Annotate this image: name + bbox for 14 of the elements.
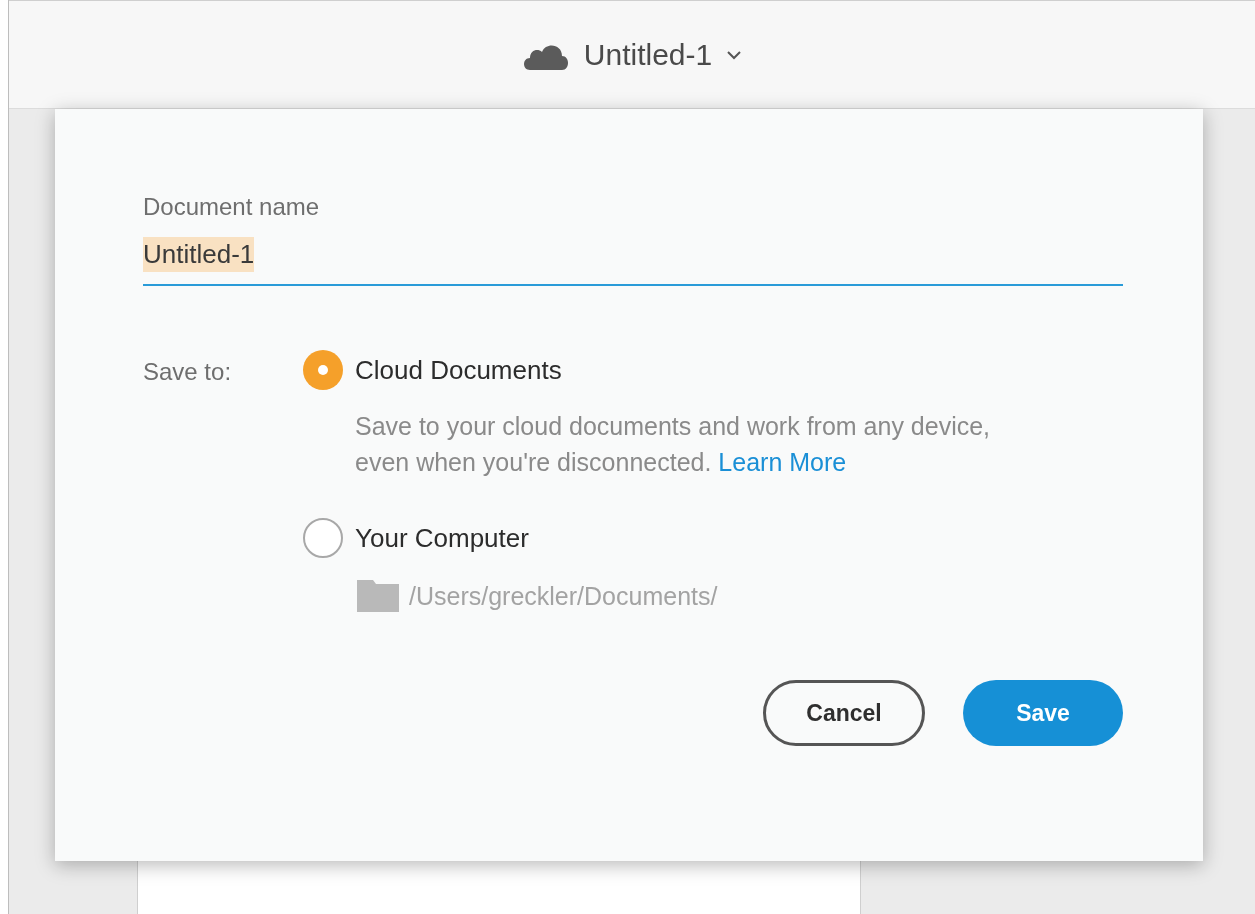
chevron-down-icon[interactable] (726, 49, 743, 60)
save-button[interactable]: Save (963, 680, 1123, 746)
document-title: Untitled-1 (583, 37, 713, 72)
radio-button[interactable] (303, 350, 343, 390)
option-label: Your Computer (355, 522, 529, 554)
field-label: Document name (143, 193, 321, 221)
option-label: Cloud Documents (355, 354, 562, 386)
save-to-label: Save to: (143, 358, 232, 385)
radio-button[interactable] (303, 518, 343, 558)
folder-path: /Users/greckler/Documents/ (409, 581, 718, 611)
cancel-button[interactable]: Cancel (763, 680, 925, 746)
document-name-field[interactable]: Untitled-1 (143, 237, 1123, 286)
folder-icon (357, 580, 399, 612)
option-description: Save to your cloud documents and work from any device, even when you're disconnected. Learn More (355, 411, 992, 478)
